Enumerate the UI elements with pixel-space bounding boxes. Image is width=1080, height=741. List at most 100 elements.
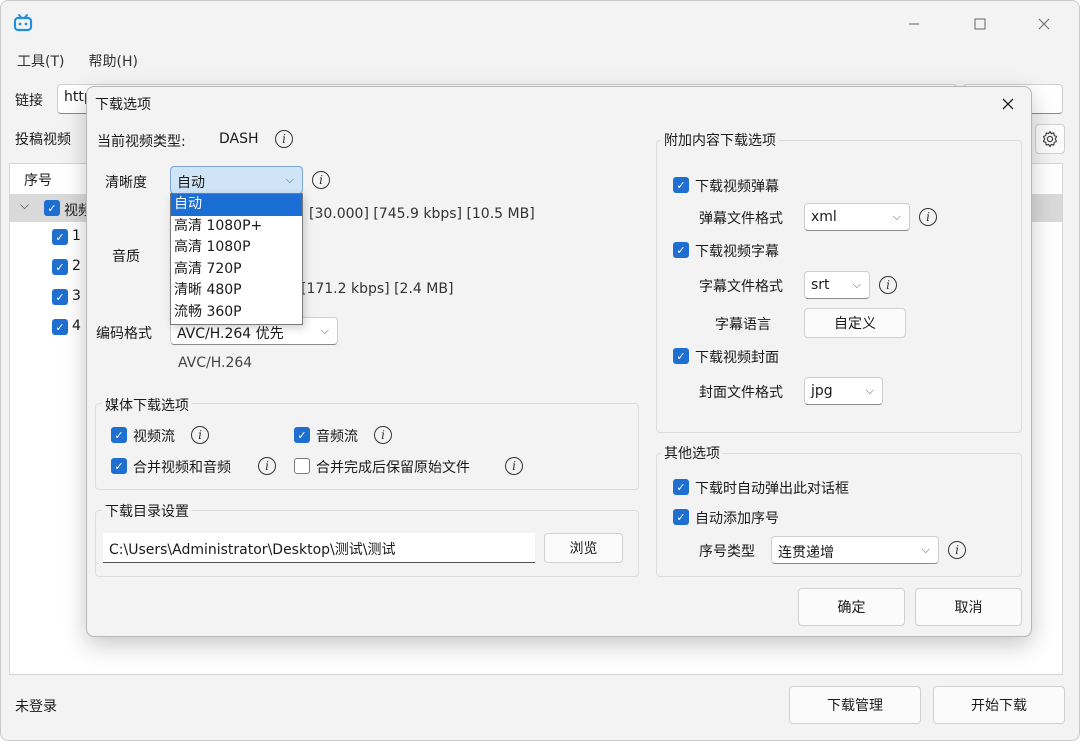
danmaku-format-select[interactable]: xml ⌵ (804, 203, 910, 231)
download-path-input[interactable]: C:\Users\Administrator\Desktop\测试\测试 (103, 533, 535, 563)
subtitle-label: 下载视频字幕 (695, 244, 779, 260)
menu-tools[interactable]: 工具(T) (1, 47, 74, 75)
audio-stream-checkbox[interactable]: ✓ (294, 427, 310, 443)
danmaku-format-label: 弹幕文件格式 (699, 211, 783, 227)
number-type-select[interactable]: 连贯递增 ⌵ (771, 536, 939, 564)
link-label: 链接 (15, 93, 43, 109)
browse-button[interactable]: 浏览 (544, 533, 623, 563)
chevron-down-icon: ⌵ (285, 173, 294, 186)
tree-root-checkbox[interactable]: ✓ (44, 200, 60, 216)
start-download-button[interactable]: 开始下载 (933, 686, 1065, 724)
cover-format-value: jpg (811, 383, 833, 399)
info-icon[interactable]: i (191, 426, 209, 444)
auto-popup-label: 下载时自动弹出此对话框 (695, 481, 849, 497)
ok-button[interactable]: 确定 (798, 588, 905, 626)
number-type-label: 序号类型 (699, 544, 755, 560)
submission-label: 投稿视频 (15, 132, 71, 148)
info-icon[interactable]: i (275, 130, 293, 148)
keep-original-checkbox[interactable]: ✓ (294, 458, 310, 474)
quality-option[interactable]: 高清 1080P (171, 237, 302, 259)
settings-button[interactable] (1035, 124, 1065, 154)
menu-help[interactable]: 帮助(H) (74, 47, 147, 75)
minimize-button[interactable] (891, 7, 937, 41)
danmaku-format-value: xml (811, 209, 837, 225)
chevron-down-icon: ⌵ (865, 384, 874, 397)
quality-selected-value: 自动 (177, 175, 205, 191)
info-icon[interactable]: i (312, 171, 330, 189)
chevron-down-icon: ⌵ (320, 324, 329, 337)
tree-item-checkbox[interactable]: ✓ (52, 319, 68, 335)
tree-item-checkbox[interactable]: ✓ (52, 259, 68, 275)
subtitle-lang-label: 字幕语言 (715, 317, 771, 333)
info-icon[interactable]: i (505, 457, 523, 475)
quality-option[interactable]: 流畅 360P (171, 302, 302, 324)
chevron-down-icon: ⌵ (921, 543, 930, 556)
subtitle-format-label: 字幕文件格式 (699, 279, 783, 295)
video-stream-info: [30.000] [745.9 kbps] [10.5 MB] (309, 206, 535, 222)
dialog-close-button[interactable] (993, 91, 1023, 117)
tree-item-label: 3 (72, 288, 81, 304)
cover-format-select[interactable]: jpg ⌵ (804, 377, 883, 405)
info-icon[interactable]: i (879, 276, 897, 294)
quality-option[interactable]: 自动 (171, 194, 302, 216)
subtitle-lang-custom-button[interactable]: 自定义 (804, 308, 906, 338)
info-icon[interactable]: i (258, 457, 276, 475)
quality-select[interactable]: 自动 ⌵ (170, 166, 303, 194)
chevron-down-icon: ⌵ (852, 278, 861, 291)
merge-label: 合并视频和音频 (133, 460, 231, 476)
auto-number-checkbox[interactable]: ✓ (673, 509, 689, 525)
extra-content-title: 附加内容下载选项 (661, 130, 779, 150)
auto-number-label: 自动添加序号 (695, 511, 779, 527)
cover-label: 下载视频封面 (695, 350, 779, 366)
audio-stream-label: 音频流 (316, 429, 358, 445)
number-type-value: 连贯递增 (778, 545, 834, 561)
other-options-title: 其他选项 (661, 443, 723, 463)
close-icon (1038, 18, 1050, 30)
info-icon[interactable]: i (919, 208, 937, 226)
download-options-dialog: 下载选项 当前视频类型: DASH i 清晰度 自动 ⌵ i 自动 高清 108… (86, 86, 1032, 637)
login-status: 未登录 (15, 699, 57, 715)
download-manager-button[interactable]: 下载管理 (789, 686, 921, 724)
keep-original-label: 合并完成后保留原始文件 (316, 460, 470, 476)
quality-dropdown-list[interactable]: 自动 高清 1080P+ 高清 1080P 高清 720P 清晰 480P 流畅… (170, 193, 303, 325)
cover-format-label: 封面文件格式 (699, 385, 783, 401)
quality-option[interactable]: 高清 720P (171, 259, 302, 281)
tree-item-label: 4 (72, 318, 81, 334)
title-bar (1, 1, 1079, 45)
danmaku-checkbox[interactable]: ✓ (673, 177, 689, 193)
video-type-value: DASH (219, 131, 259, 147)
subtitle-checkbox[interactable]: ✓ (673, 242, 689, 258)
audio-quality-label: 音质 (112, 249, 140, 265)
subtitle-format-select[interactable]: srt ⌵ (804, 271, 870, 299)
tree-item-checkbox[interactable]: ✓ (52, 229, 68, 245)
info-icon[interactable]: i (948, 541, 966, 559)
cover-checkbox[interactable]: ✓ (673, 348, 689, 364)
codec-selected-value: AVC/H.264 优先 (177, 326, 284, 342)
maximize-icon (974, 18, 986, 30)
audio-stream-info: [171.2 kbps] [2.4 MB] (301, 281, 454, 297)
codec-info: AVC/H.264 (178, 355, 253, 371)
quality-option[interactable]: 高清 1080P+ (171, 216, 302, 238)
gear-icon (1042, 130, 1058, 148)
tree-item-label: 2 (72, 258, 81, 274)
subtitle-format-value: srt (811, 277, 830, 293)
tree-item-label: 1 (72, 228, 81, 244)
auto-popup-checkbox[interactable]: ✓ (673, 479, 689, 495)
tree-item-checkbox[interactable]: ✓ (52, 289, 68, 305)
menu-bar: 工具(T) 帮助(H) (1, 47, 148, 75)
tree-header-index: 序号 (24, 173, 52, 189)
danmaku-label: 下载视频弹幕 (695, 179, 779, 195)
expand-chevron-icon[interactable]: ⌵ (20, 198, 29, 213)
close-window-button[interactable] (1021, 7, 1067, 41)
merge-checkbox[interactable]: ✓ (111, 458, 127, 474)
maximize-button[interactable] (957, 7, 1003, 41)
dialog-title: 下载选项 (95, 97, 151, 113)
video-stream-label: 视频流 (133, 429, 175, 445)
media-options-title: 媒体下载选项 (102, 395, 192, 415)
codec-label: 编码格式 (96, 326, 152, 342)
app-bilibili-icon (13, 14, 33, 32)
quality-option[interactable]: 清晰 480P (171, 280, 302, 302)
info-icon[interactable]: i (374, 426, 392, 444)
cancel-button[interactable]: 取消 (915, 588, 1022, 626)
video-stream-checkbox[interactable]: ✓ (111, 427, 127, 443)
